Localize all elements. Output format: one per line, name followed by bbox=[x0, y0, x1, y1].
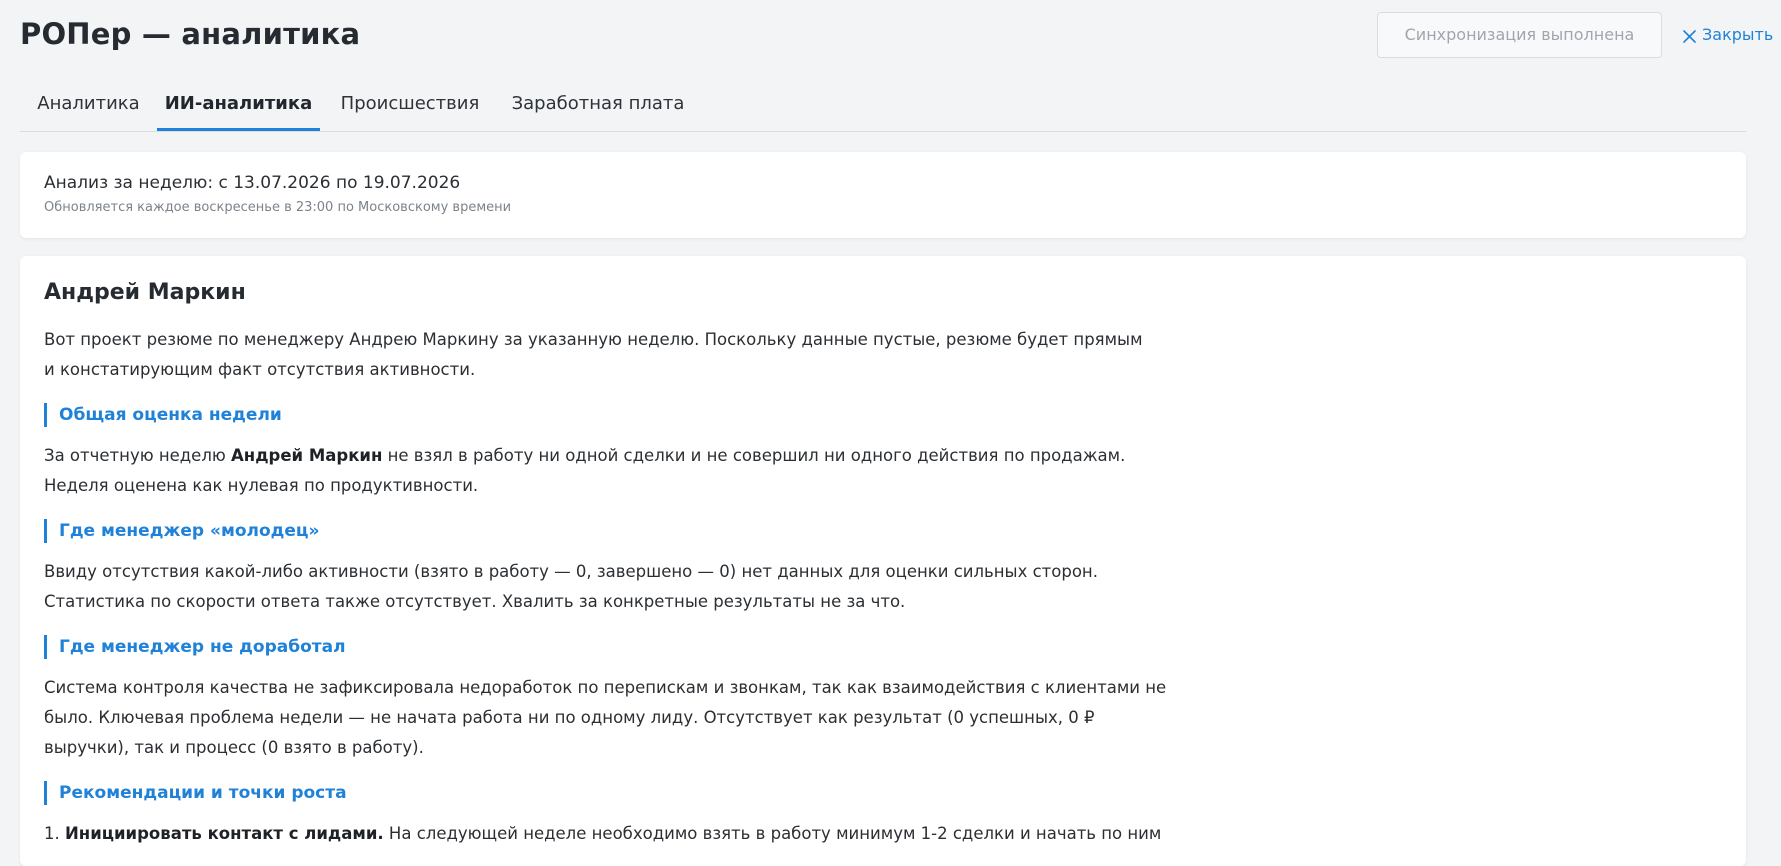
section-heading-recommendations: Рекомендации и точки роста bbox=[44, 781, 1084, 805]
item-text: На следующей неделе необходимо взять в р… bbox=[383, 824, 1162, 843]
manager-name: Андрей Маркин bbox=[44, 280, 246, 305]
close-button[interactable]: Закрыть bbox=[1682, 24, 1773, 46]
section-text-overall: За отчетную неделю Андрей Маркин не взял… bbox=[44, 441, 1125, 501]
section-line: Неделя оценена как нулевая по продуктивн… bbox=[44, 476, 479, 495]
recommendation-item: 1. Инициировать контакт с лидами. На сле… bbox=[44, 819, 1161, 849]
tab-incidents[interactable]: Происшествия bbox=[320, 84, 500, 131]
tab-analytics[interactable]: Аналитика bbox=[20, 84, 157, 131]
page: РОПер — аналитика Синхронизация выполнен… bbox=[20, 0, 1773, 866]
section-text-recommendations: 1. Инициировать контакт с лидами. На сле… bbox=[44, 819, 1161, 849]
report-card: Андрей Маркин Вот проект резюме по менед… bbox=[20, 256, 1746, 866]
section-heading-strengths: Где менеджер «молодец» bbox=[44, 519, 1084, 543]
section-heading-weaknesses: Где менеджер не доработал bbox=[44, 635, 1084, 659]
period-card: Анализ за неделю: с 13.07.2026 по 19.07.… bbox=[20, 152, 1746, 238]
period-subtitle: Обновляется каждое воскресенье в 23:00 п… bbox=[44, 200, 512, 215]
section-line: Статистика по скорости ответа также отсу… bbox=[44, 592, 906, 611]
close-label: Закрыть bbox=[1702, 25, 1774, 44]
section-line: Ввиду отсутствия какой-либо активности (… bbox=[44, 562, 1098, 581]
section-line: выручки), так и процесс (0 взято в работ… bbox=[44, 738, 424, 757]
period-title: Анализ за неделю: с 13.07.2026 по 19.07.… bbox=[44, 173, 461, 193]
section-line: Система контроля качества не зафиксирова… bbox=[44, 678, 1167, 697]
item-title: Инициировать контакт с лидами. bbox=[65, 824, 384, 843]
tab-ai-analytics[interactable]: ИИ-аналитика bbox=[157, 84, 320, 131]
page-title: РОПер — аналитика bbox=[20, 17, 361, 51]
section-text-weaknesses: Система контроля качества не зафиксирова… bbox=[44, 673, 1167, 763]
text-segment: не взял в работу ни одной сделки и не со… bbox=[382, 446, 1126, 465]
report-intro-line: и констатирующим факт отсутствия активно… bbox=[44, 360, 476, 379]
report-intro-line: Вот проект резюме по менеджеру Андрею Ма… bbox=[44, 330, 1143, 349]
section-line: было. Ключевая проблема недели — не нача… bbox=[44, 708, 1095, 727]
section-heading-overall: Общая оценка недели bbox=[44, 403, 1084, 427]
tab-bar: Аналитика ИИ-аналитика Происшествия Зара… bbox=[20, 84, 1746, 132]
report-content: Андрей Маркин Вот проект резюме по менед… bbox=[44, 278, 1167, 849]
report-intro: Вот проект резюме по менеджеру Андрею Ма… bbox=[44, 325, 1143, 385]
section-text-strengths: Ввиду отсутствия какой-либо активности (… bbox=[44, 557, 1098, 617]
section-line: За отчетную неделю Андрей Маркин не взял… bbox=[44, 441, 1125, 471]
manager-name-inline: Андрей Маркин bbox=[231, 446, 383, 465]
close-icon bbox=[1682, 28, 1697, 43]
header: РОПер — аналитика Синхронизация выполнен… bbox=[20, 0, 1773, 72]
sync-status-button[interactable]: Синхронизация выполнена bbox=[1377, 12, 1662, 58]
text-segment: За отчетную неделю bbox=[44, 446, 232, 465]
item-number: 1. bbox=[44, 824, 65, 843]
tab-salary[interactable]: Заработная плата bbox=[500, 84, 696, 131]
